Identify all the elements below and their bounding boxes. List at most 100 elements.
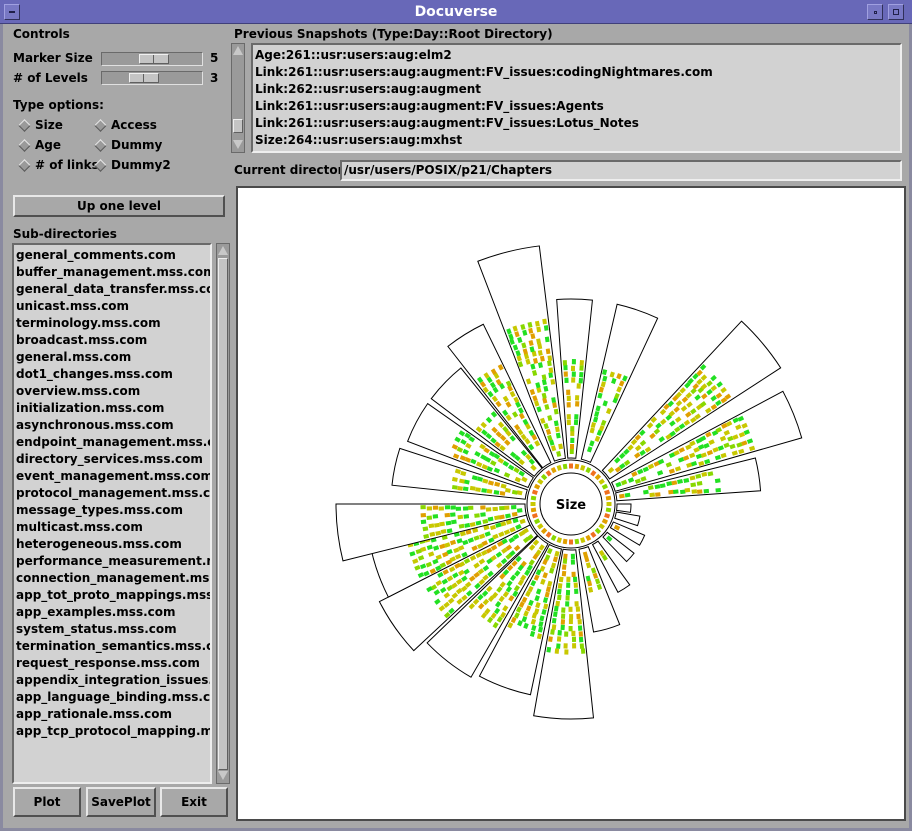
marker-size-label: Marker Size bbox=[13, 51, 93, 65]
marker-size-slider-thumb[interactable] bbox=[139, 54, 169, 64]
snapshot-item[interactable]: Size:264::usr:users:aug:mxhst bbox=[253, 132, 900, 149]
file-marker bbox=[578, 631, 583, 637]
subdirectory-item[interactable]: app_examples.mss.com bbox=[14, 604, 210, 621]
file-marker bbox=[571, 636, 577, 642]
subdirectory-item[interactable]: app_language_binding.mss.com bbox=[14, 689, 210, 706]
type-option-size[interactable]: Size bbox=[18, 118, 63, 132]
center-marker bbox=[605, 495, 612, 501]
subdirectory-item[interactable]: appendix_integration_issues.ms: bbox=[14, 672, 210, 689]
scroll-down-icon[interactable] bbox=[233, 140, 243, 149]
file-marker bbox=[428, 523, 435, 529]
subdirectory-item[interactable]: general_comments.com bbox=[14, 247, 210, 264]
snapshot-item[interactable]: Link:261::usr:users:aug:augment:FV_issue… bbox=[253, 64, 900, 81]
file-marker bbox=[575, 401, 580, 407]
subdirectory-item[interactable]: app_tcp_protocol_mapping.mss. bbox=[14, 723, 210, 740]
file-marker bbox=[474, 513, 480, 518]
type-option-dummy[interactable]: Dummy bbox=[94, 138, 162, 152]
subdirectory-item[interactable]: overview.mss.com bbox=[14, 383, 210, 400]
file-marker bbox=[570, 553, 575, 560]
plot-button[interactable]: Plot bbox=[13, 787, 81, 817]
subdirectory-scrollbar[interactable] bbox=[216, 243, 230, 784]
radio-diamond-icon bbox=[94, 118, 107, 132]
subdirectory-item[interactable]: terminology.mss.com bbox=[14, 315, 210, 332]
scroll-up-icon[interactable] bbox=[218, 246, 228, 255]
subdirectory-item[interactable]: request_response.mss.com bbox=[14, 655, 210, 672]
type-option-age[interactable]: Age bbox=[18, 138, 61, 152]
up-one-level-button[interactable]: Up one level bbox=[13, 195, 225, 217]
subdirectory-item[interactable]: asynchronous.mss.com bbox=[14, 417, 210, 434]
file-marker bbox=[462, 506, 469, 511]
file-marker bbox=[553, 408, 559, 415]
file-marker bbox=[552, 611, 558, 618]
subdirectory-item[interactable]: system_status.mss.com bbox=[14, 621, 210, 638]
file-marker bbox=[576, 383, 581, 389]
subdirectory-item[interactable]: unicast.mss.com bbox=[14, 298, 210, 315]
subdirectory-item[interactable]: heterogeneous.mss.com bbox=[14, 536, 210, 553]
subdirectory-item[interactable]: directory_services.mss.com bbox=[14, 451, 210, 468]
type-option-label: Age bbox=[35, 138, 62, 152]
subdirectory-scroll-thumb[interactable] bbox=[218, 258, 228, 770]
type-option-links[interactable]: # of links bbox=[18, 158, 99, 172]
subdirectory-item[interactable]: app_tot_proto_mappings.mss.co bbox=[14, 587, 210, 604]
directory-sector bbox=[615, 503, 632, 513]
snapshot-item[interactable]: Link:262::usr:users:aug:augment bbox=[253, 81, 900, 98]
subdirectory-item[interactable]: broadcast.mss.com bbox=[14, 332, 210, 349]
file-marker bbox=[556, 636, 562, 642]
file-marker bbox=[579, 643, 585, 649]
subdirectory-item[interactable]: general.mss.com bbox=[14, 349, 210, 366]
file-marker bbox=[696, 481, 703, 486]
file-marker bbox=[649, 492, 656, 498]
type-option-label: Size bbox=[35, 118, 63, 132]
subdirectory-list[interactable]: general_comments.com buffer_management.ms… bbox=[12, 243, 212, 784]
scroll-up-icon[interactable] bbox=[233, 46, 243, 55]
subdirectory-item[interactable]: connection_management.mss.co bbox=[14, 570, 210, 587]
subdirectory-item[interactable]: endpoint_management.mss.com bbox=[14, 434, 210, 451]
file-marker bbox=[551, 617, 557, 624]
file-marker bbox=[468, 505, 474, 510]
center-marker bbox=[569, 463, 573, 469]
type-option-access[interactable]: Access bbox=[94, 118, 157, 132]
snapshots-scrollbar[interactable] bbox=[231, 43, 245, 153]
directory-sector bbox=[614, 511, 641, 527]
subdirectory-item[interactable]: termination_semantics.mss.com bbox=[14, 638, 210, 655]
subdirectory-item[interactable]: event_management.mss.com bbox=[14, 468, 210, 485]
levels-slider[interactable] bbox=[101, 71, 203, 85]
file-marker bbox=[493, 490, 500, 495]
subdirectory-item[interactable]: app_rationale.mss.com bbox=[14, 706, 210, 723]
type-option-dummy2[interactable]: Dummy2 bbox=[94, 158, 171, 172]
center-marker bbox=[574, 538, 580, 545]
title-bar[interactable]: Docuverse bbox=[0, 0, 912, 24]
subdirectory-item[interactable]: protocol_management.mss.com bbox=[14, 485, 210, 502]
subdirectory-item[interactable]: general_data_transfer.mss.com bbox=[14, 281, 210, 298]
file-marker bbox=[703, 488, 710, 494]
file-marker bbox=[571, 359, 576, 365]
snapshot-item[interactable]: Link:261::usr:users:aug:augment:FV_issue… bbox=[253, 115, 900, 132]
subdirectory-item[interactable]: message_types.mss.com bbox=[14, 502, 210, 519]
subdirectory-item[interactable]: multicast.mss.com bbox=[14, 519, 210, 536]
marker-size-slider[interactable] bbox=[101, 52, 203, 66]
snapshots-list[interactable]: Age:261::usr:users:aug:elm2 Link:261::usr… bbox=[251, 43, 902, 153]
exit-button[interactable]: Exit bbox=[160, 787, 228, 817]
current-directory-field[interactable]: /usr/users/POSIX/p21/Chapters bbox=[340, 160, 902, 181]
file-marker bbox=[569, 443, 575, 450]
file-marker bbox=[564, 649, 569, 655]
maximize-button[interactable] bbox=[888, 4, 904, 20]
scroll-down-icon[interactable] bbox=[218, 771, 228, 780]
type-option-label: Dummy bbox=[111, 138, 163, 152]
minimize-button[interactable] bbox=[867, 4, 883, 20]
file-marker bbox=[432, 514, 439, 519]
center-marker bbox=[574, 463, 580, 470]
subdirectory-item[interactable]: initialization.mss.com bbox=[14, 400, 210, 417]
snapshots-scroll-thumb[interactable] bbox=[233, 119, 243, 133]
subdirectory-item[interactable]: buffer_management.mss.com bbox=[14, 264, 210, 281]
snapshot-item[interactable]: Age:261::usr:users:aug:elm2 bbox=[253, 47, 900, 64]
levels-slider-thumb[interactable] bbox=[129, 73, 159, 83]
radial-plot-canvas[interactable]: Size bbox=[236, 186, 906, 821]
file-marker bbox=[569, 614, 574, 620]
file-marker bbox=[450, 505, 456, 510]
subdirectory-item[interactable]: dot1_changes.mss.com bbox=[14, 366, 210, 383]
subdirectory-item[interactable]: performance_measurement.mss bbox=[14, 553, 210, 570]
saveplot-button[interactable]: SavePlot bbox=[86, 787, 156, 817]
center-marker bbox=[562, 538, 568, 545]
snapshot-item[interactable]: Link:261::usr:users:aug:augment:FV_issue… bbox=[253, 98, 900, 115]
